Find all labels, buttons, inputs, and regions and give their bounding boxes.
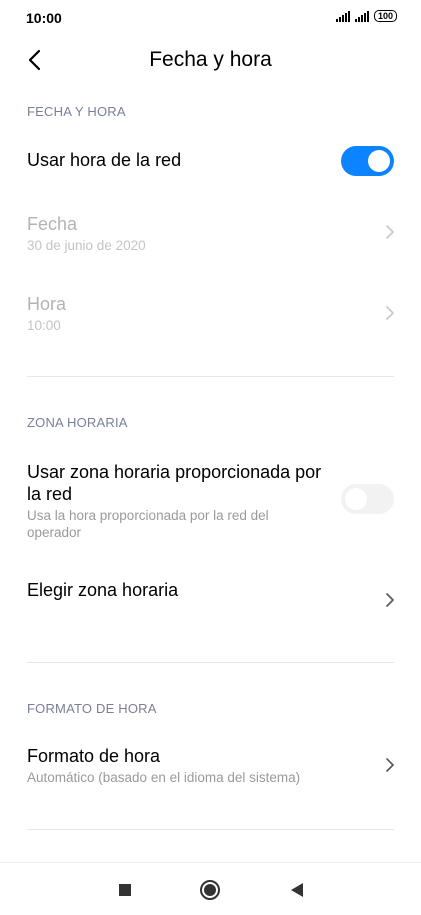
square-icon bbox=[119, 884, 131, 896]
divider bbox=[27, 829, 394, 830]
chevron-right-icon bbox=[386, 593, 394, 607]
chevron-right-icon bbox=[386, 225, 394, 239]
time-title: Hora bbox=[27, 294, 67, 314]
recents-button[interactable] bbox=[114, 879, 136, 901]
section-header-time-format: FORMATO DE HORA bbox=[27, 701, 157, 716]
choose-zone-title: Elegir zona horaria bbox=[27, 580, 179, 600]
page-title: Fecha y hora bbox=[149, 48, 272, 71]
app-header: Fecha y hora bbox=[0, 40, 421, 80]
date-title: Fecha bbox=[27, 214, 78, 234]
section-header-time-zone: ZONA HORARIA bbox=[27, 415, 128, 430]
navigation-bar bbox=[0, 862, 421, 915]
network-time-row[interactable]: Usar hora de la red bbox=[0, 140, 421, 184]
circle-icon bbox=[200, 880, 220, 900]
time-format-value: Automático (basado en el idioma del sist… bbox=[27, 770, 301, 785]
section-header-date-time: FECHA Y HORA bbox=[27, 104, 126, 119]
date-value: 30 de junio de 2020 bbox=[27, 238, 146, 253]
status-time: 10:00 bbox=[26, 10, 62, 26]
status-bar: 10:00 100 bbox=[0, 0, 421, 34]
time-format-row[interactable]: Formato de hora Automático (basado en el… bbox=[0, 742, 421, 798]
signal-icon bbox=[335, 10, 350, 22]
network-zone-toggle[interactable] bbox=[341, 484, 394, 514]
battery-icon: 100 bbox=[373, 10, 397, 22]
network-time-title: Usar hora de la red bbox=[27, 150, 182, 170]
time-value: 10:00 bbox=[27, 318, 61, 333]
network-zone-row[interactable]: Usar zona horaria proporcionada por la r… bbox=[0, 458, 421, 548]
chevron-right-icon bbox=[386, 306, 394, 320]
network-time-toggle[interactable] bbox=[341, 146, 394, 176]
chevron-right-icon bbox=[386, 758, 394, 772]
triangle-back-icon bbox=[291, 883, 303, 897]
network-zone-title-line1: Usar zona horaria proporcionada por bbox=[27, 462, 322, 482]
network-zone-sub-line1: Usa la hora proporcionada por la red del bbox=[27, 508, 269, 523]
date-row[interactable]: Fecha 30 de junio de 2020 bbox=[0, 208, 421, 264]
network-zone-title-line2: la red bbox=[27, 484, 73, 504]
toggle-knob bbox=[345, 488, 367, 510]
divider bbox=[27, 662, 394, 663]
network-zone-sub-line2: operador bbox=[27, 525, 82, 540]
nav-back-button[interactable] bbox=[286, 879, 308, 901]
choose-zone-row[interactable]: Elegir zona horaria bbox=[0, 574, 421, 624]
time-row[interactable]: Hora 10:00 bbox=[0, 288, 421, 344]
time-format-title: Formato de hora bbox=[27, 746, 161, 766]
signal-icon bbox=[354, 10, 369, 22]
status-icons: 100 bbox=[335, 10, 397, 22]
toggle-knob bbox=[368, 150, 390, 172]
home-button[interactable] bbox=[199, 879, 221, 901]
divider bbox=[27, 376, 394, 377]
